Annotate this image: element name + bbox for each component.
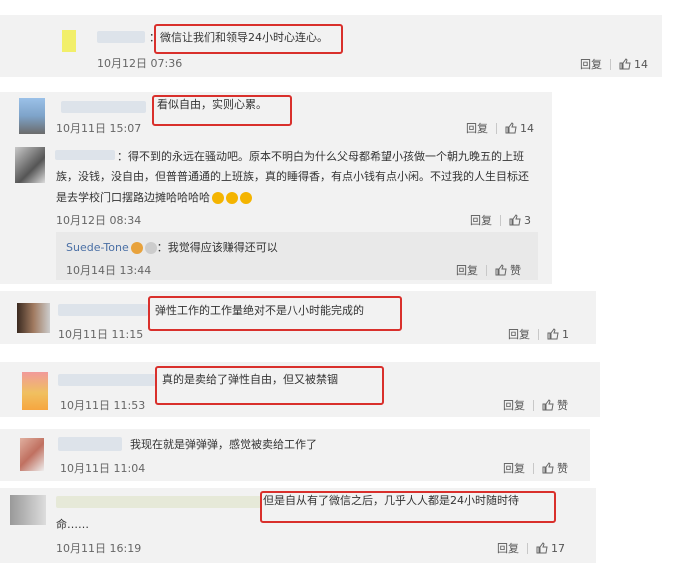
- highlight-box: [152, 95, 292, 126]
- timestamp: 10月12日 07:36: [97, 57, 183, 70]
- timestamp: 10月11日 11:15: [58, 328, 144, 341]
- avatar[interactable]: [19, 98, 45, 134]
- thumb-up-icon[interactable]: [542, 462, 554, 474]
- reply-button[interactable]: 回复: [503, 460, 525, 476]
- laugh-emoji-icon: [212, 192, 224, 204]
- comment-text-line: 族，没钱，没自由，但普普通通的上班族，真的睡得香，有点小钱有点小闲。不过我的人生…: [56, 170, 529, 183]
- avatar[interactable]: [62, 30, 76, 52]
- comment-actions: 回复 14: [580, 56, 648, 72]
- username[interactable]: [58, 374, 156, 386]
- emoji-icon: [130, 242, 143, 254]
- comment-text: 我现在就是弹弹弹，感觉被卖给工作了: [130, 438, 317, 451]
- like-count: 14: [634, 57, 648, 71]
- subreply-text: Suede-Tone ：我觉得应该赚得还可以: [66, 241, 278, 255]
- avatar[interactable]: [22, 372, 48, 410]
- timestamp: 10月11日 11:53: [60, 399, 146, 412]
- username[interactable]: [61, 101, 146, 113]
- thumb-up-icon[interactable]: [542, 399, 554, 411]
- comment-actions: 回复 14: [466, 120, 534, 136]
- reply-button[interactable]: 回复: [503, 397, 525, 413]
- thumb-up-icon[interactable]: [619, 58, 631, 70]
- thumb-up-icon[interactable]: [536, 542, 548, 554]
- laugh-emoji-icon: [226, 192, 238, 204]
- laugh-emoji-icon: [240, 192, 252, 204]
- comment-actions: 回复 赞: [503, 460, 568, 476]
- reply-button[interactable]: 回复: [580, 56, 602, 72]
- thumb-up-icon[interactable]: [509, 214, 521, 226]
- thumb-up-icon[interactable]: [495, 264, 507, 276]
- like-count: 赞: [510, 264, 521, 277]
- comment-actions: 回复 1: [508, 326, 569, 342]
- comment-text-line: ：得不到的永远在骚动吧。原本不明白为什么父母都希望小孩做一个朝九晚五的上班: [117, 150, 524, 163]
- reply-button[interactable]: 回复: [466, 120, 488, 136]
- timestamp: 10月12日 08:34: [56, 214, 142, 227]
- subreply-user[interactable]: Suede-Tone: [66, 241, 129, 254]
- username[interactable]: [55, 150, 115, 160]
- comment-text-line-3: 是去学校门口摆路边摊哈哈哈哈: [56, 191, 210, 204]
- comment-text-line: 是去学校门口摆路边摊哈哈哈哈: [56, 191, 252, 205]
- like-count: 赞: [557, 462, 568, 475]
- reply-button[interactable]: 回复: [470, 212, 492, 228]
- subreply-content: ：我觉得应该赚得还可以: [156, 241, 278, 254]
- avatar[interactable]: [20, 438, 44, 471]
- username[interactable]: [58, 304, 148, 316]
- reply-button[interactable]: 回复: [497, 540, 519, 556]
- reply-button[interactable]: 回复: [508, 326, 530, 342]
- like-count: 14: [520, 121, 534, 135]
- like-count: 3: [524, 213, 531, 227]
- reply-button[interactable]: 回复: [456, 262, 478, 278]
- comment-actions: 回复 赞: [456, 262, 521, 278]
- highlight-box: [155, 366, 384, 405]
- username[interactable]: [97, 31, 145, 43]
- comment-actions: 回复 17: [497, 540, 565, 556]
- timestamp: 10月14日 13:44: [66, 264, 152, 277]
- avatar[interactable]: [15, 147, 45, 183]
- like-count: 17: [551, 541, 565, 555]
- highlight-box: [148, 296, 402, 331]
- like-count: 赞: [557, 399, 568, 412]
- comment-text-line: 命……: [56, 518, 89, 531]
- avatar[interactable]: [10, 495, 46, 525]
- like-count: 1: [562, 327, 569, 341]
- username[interactable]: [56, 496, 261, 508]
- comment-actions: 回复 赞: [503, 397, 568, 413]
- avatar[interactable]: [17, 303, 50, 333]
- timestamp: 10月11日 16:19: [56, 542, 142, 555]
- thumb-up-icon[interactable]: [505, 122, 517, 134]
- timestamp: 10月11日 11:04: [60, 462, 146, 475]
- comment-actions: 回复 3: [470, 212, 531, 228]
- thumb-up-icon[interactable]: [547, 328, 559, 340]
- panda-emoji-icon: [144, 242, 157, 254]
- username[interactable]: [58, 437, 122, 451]
- highlight-box: [154, 24, 343, 54]
- timestamp: 10月11日 15:07: [56, 122, 142, 135]
- highlight-box: [260, 491, 556, 523]
